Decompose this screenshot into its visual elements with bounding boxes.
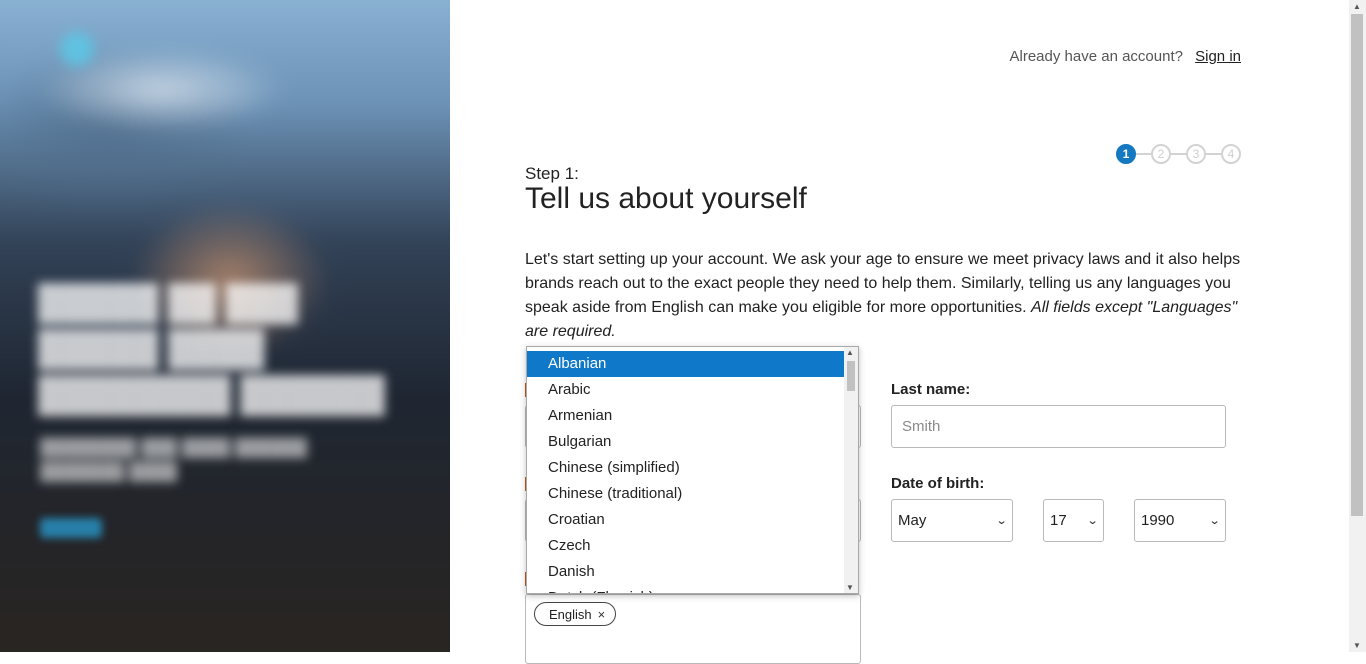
step-connector bbox=[1206, 153, 1221, 155]
last-name-input[interactable] bbox=[891, 405, 1226, 448]
dropdown-option[interactable]: Croatian bbox=[527, 507, 845, 533]
page-title: Tell us about yourself bbox=[525, 182, 807, 215]
dob-day-value: 17 bbox=[1050, 512, 1067, 529]
step-1: 1 bbox=[1116, 144, 1136, 164]
dropdown-option[interactable]: Dutch (Flemish) bbox=[527, 585, 845, 593]
dob-day-select[interactable]: 17 ⌄ bbox=[1043, 499, 1104, 542]
dob-month-value: May bbox=[898, 512, 927, 529]
dropdown-option[interactable]: Danish bbox=[527, 559, 845, 585]
close-icon[interactable]: × bbox=[598, 607, 606, 622]
chip-label: English bbox=[549, 606, 592, 622]
dropdown-scrollbar[interactable]: ▲ ▼ bbox=[844, 347, 858, 593]
scroll-up-icon[interactable]: ▲ bbox=[846, 348, 854, 357]
scroll-up-icon[interactable]: ▲ bbox=[1353, 2, 1361, 11]
language-chip-english[interactable]: English × bbox=[534, 602, 617, 626]
logo-icon bbox=[60, 32, 94, 66]
hero-button-blurred bbox=[40, 518, 102, 538]
page-scroll-thumb[interactable] bbox=[1351, 14, 1363, 516]
chevron-down-icon: ⌄ bbox=[1086, 515, 1099, 527]
hero-image: █████ ██ ███ █████ ████ ████████ ██████ ██… bbox=[0, 0, 450, 652]
dropdown-option[interactable]: Albanian bbox=[527, 351, 845, 377]
step-3: 3 bbox=[1186, 144, 1206, 164]
step-connector bbox=[1136, 153, 1151, 155]
dob-year-select[interactable]: 1990 ⌄ bbox=[1134, 499, 1226, 542]
dropdown-option[interactable]: Chinese (traditional) bbox=[527, 481, 845, 507]
dob-year-value: 1990 bbox=[1141, 512, 1175, 529]
scroll-down-icon[interactable]: ▼ bbox=[1353, 641, 1361, 650]
step-4: 4 bbox=[1221, 144, 1241, 164]
chevron-down-icon: ⌄ bbox=[1208, 515, 1221, 527]
scroll-down-icon[interactable]: ▼ bbox=[846, 583, 854, 592]
step-label: Step 1: bbox=[525, 164, 579, 183]
dob-label: Date of birth: bbox=[891, 475, 985, 492]
dropdown-scroll-thumb[interactable] bbox=[847, 361, 855, 391]
dropdown-option[interactable]: Czech bbox=[527, 533, 845, 559]
chevron-down-icon: ⌄ bbox=[995, 515, 1008, 527]
hero-headline-blurred: █████ ██ ███ █████ ████ ████████ ██████ bbox=[38, 284, 385, 414]
hero-subtext-blurred: ████████ ███ ████ ██████ ███████ ████ bbox=[40, 438, 308, 481]
languages-dropdown-list[interactable]: Albanian Arabic Armenian Bulgarian Chine… bbox=[526, 346, 859, 594]
intro-paragraph: Let's start setting up your account. We … bbox=[525, 248, 1245, 344]
step-2: 2 bbox=[1151, 144, 1171, 164]
progress-stepper: 1 2 3 4 bbox=[1116, 144, 1241, 164]
already-account-text: Already have an account? bbox=[1009, 48, 1183, 65]
dropdown-option[interactable]: Arabic bbox=[527, 377, 845, 403]
last-name-label: Last name: bbox=[891, 381, 971, 398]
sign-in-link[interactable]: Sign in bbox=[1195, 48, 1241, 65]
dob-month-select[interactable]: May ⌄ bbox=[891, 499, 1013, 542]
signin-row: Already have an account? Sign in bbox=[1010, 48, 1242, 65]
dropdown-option[interactable]: Armenian bbox=[527, 403, 845, 429]
step-connector bbox=[1171, 153, 1186, 155]
languages-input[interactable]: English × bbox=[525, 594, 861, 664]
dropdown-option[interactable]: Chinese (simplified) bbox=[527, 455, 845, 481]
dropdown-option[interactable]: Bulgarian bbox=[527, 429, 845, 455]
page-scrollbar[interactable]: ▲ ▼ bbox=[1349, 0, 1366, 652]
